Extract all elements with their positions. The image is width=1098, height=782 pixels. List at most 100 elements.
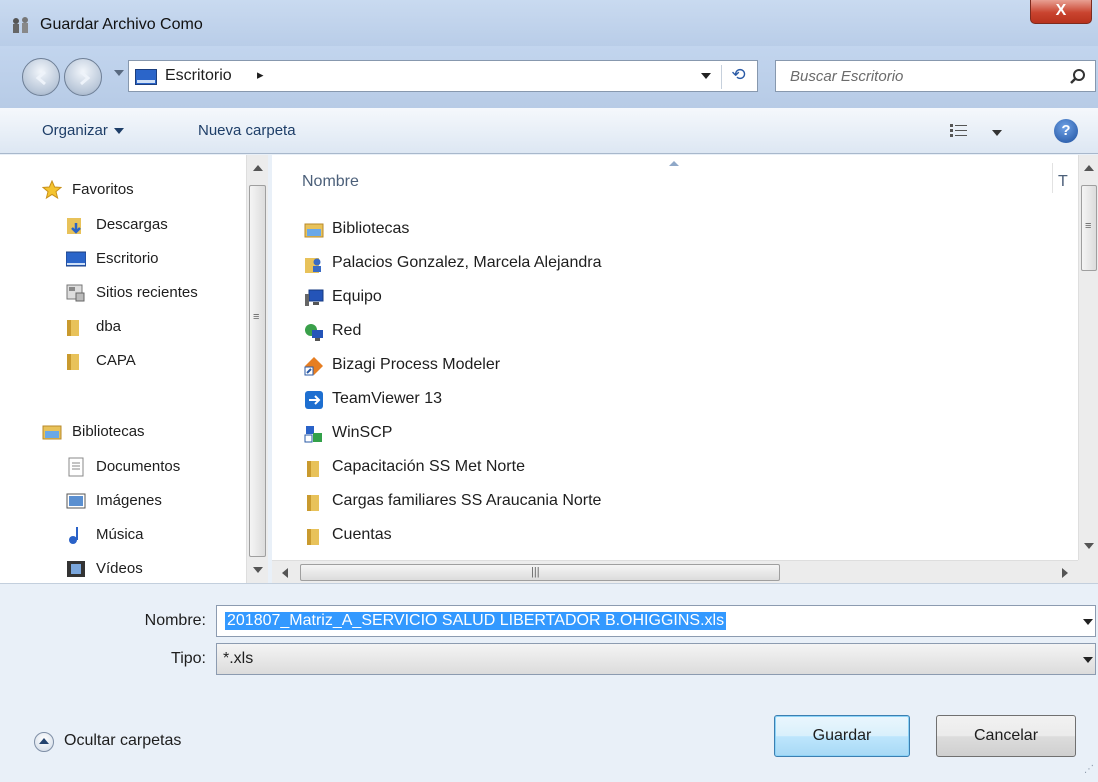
nav-item-label: Imágenes xyxy=(96,492,162,509)
list-item-label: Equipo xyxy=(332,288,382,305)
breadcrumb-escritorio[interactable]: Escritorio xyxy=(165,67,232,85)
folder-icon xyxy=(307,529,319,545)
scroll-down-icon[interactable] xyxy=(1084,543,1094,549)
folder-icon xyxy=(67,320,79,336)
save-form: Nombre: 201807_Matriz_A_SERVICIO SALUD L… xyxy=(0,583,1098,782)
nav-item-label: dba xyxy=(96,318,122,335)
new-folder-button[interactable]: Nueva carpeta xyxy=(198,122,296,139)
file-list-hscrollbar[interactable]: ||| xyxy=(272,560,1078,583)
nav-item-label: Documentos xyxy=(96,458,181,475)
winscp-shortcut-icon xyxy=(304,426,322,443)
computer-icon xyxy=(305,289,324,306)
app-icon xyxy=(13,17,28,33)
file-list-vscroll-thumb[interactable]: ≡ xyxy=(1081,185,1097,271)
music-icon xyxy=(69,527,78,544)
nav-pane-scrollbar[interactable]: ≡ xyxy=(246,155,268,583)
filename-label: Nombre: xyxy=(144,612,206,629)
collapse-up-icon xyxy=(34,732,54,752)
filetype-dropdown[interactable] xyxy=(1083,657,1093,663)
command-toolbar: Organizar Nueva carpeta ? xyxy=(0,108,1098,154)
filetype-select[interactable]: *.xls xyxy=(216,643,1096,675)
cancel-button[interactable]: Cancelar xyxy=(936,715,1076,757)
file-list-hscroll-thumb[interactable]: ||| xyxy=(300,564,780,581)
list-item-label: Cuentas xyxy=(332,526,392,543)
nav-libraries-label: Bibliotecas xyxy=(72,423,145,440)
list-item-label: Capacitación SS Met Norte xyxy=(332,458,525,475)
network-icon xyxy=(305,324,323,341)
search-input[interactable]: Buscar Escritorio xyxy=(775,60,1096,92)
column-header-type[interactable]: T xyxy=(1058,173,1068,191)
address-bar[interactable]: Escritorio ▸ ⟲ xyxy=(128,60,758,92)
address-dropdown[interactable] xyxy=(701,73,711,79)
search-placeholder: Buscar Escritorio xyxy=(790,68,904,85)
list-item-label: Red xyxy=(332,322,362,339)
forward-button[interactable] xyxy=(64,58,102,96)
resize-grip-icon[interactable]: ⋰ xyxy=(1084,764,1094,775)
grip-icon: ||| xyxy=(531,566,540,578)
libraries-icon xyxy=(304,223,324,238)
filetype-value: *.xls xyxy=(223,650,254,667)
libraries-icon xyxy=(42,425,62,440)
list-item-label: Cargas familiares SS Araucania Norte xyxy=(332,492,602,509)
documents-icon xyxy=(68,457,84,477)
desktop-icon xyxy=(66,251,86,267)
scroll-up-icon[interactable] xyxy=(1084,165,1094,171)
organize-label: Organizar xyxy=(42,122,108,139)
view-options-icon[interactable] xyxy=(950,124,968,138)
address-row: Escritorio ▸ ⟲ Buscar Escritorio xyxy=(0,46,1098,108)
navigation-pane: Favoritos Descargas Escritorio Sitios re… xyxy=(0,155,246,583)
filename-value: 201807_Matriz_A_SERVICIO SALUD LIBERTADO… xyxy=(225,612,727,630)
filetype-label: Tipo: xyxy=(171,650,206,667)
save-button[interactable]: Guardar xyxy=(774,715,910,757)
filename-field[interactable]: 201807_Matriz_A_SERVICIO SALUD LIBERTADO… xyxy=(216,605,1096,637)
nav-item-label: Escritorio xyxy=(96,250,159,267)
nav-pane-scroll-thumb[interactable]: ≡ xyxy=(249,185,266,557)
sort-ascending-icon xyxy=(669,161,679,166)
filename-dropdown[interactable] xyxy=(1083,619,1093,625)
file-list: Nombre T Bibliotecas Palacios Gonzalez, … xyxy=(272,155,1078,560)
help-icon[interactable]: ? xyxy=(1054,119,1078,143)
list-item-label: TeamViewer 13 xyxy=(332,390,442,407)
grip-icon: ≡ xyxy=(1085,220,1092,232)
pictures-icon xyxy=(66,493,86,509)
grip-icon: ≡ xyxy=(253,311,260,323)
close-button[interactable]: X xyxy=(1030,0,1092,24)
view-dropdown[interactable] xyxy=(992,130,1002,136)
file-list-vscrollbar[interactable]: ≡ xyxy=(1078,155,1098,560)
back-arrow-icon xyxy=(35,70,46,86)
recent-pages-dropdown[interactable] xyxy=(114,70,124,76)
user-folder-icon xyxy=(305,258,321,273)
nav-item-label: Descargas xyxy=(96,216,168,233)
videos-icon xyxy=(67,561,85,577)
bizagi-shortcut-icon xyxy=(304,357,323,376)
desktop-icon xyxy=(135,69,157,85)
recent-places-icon xyxy=(66,284,85,302)
star-icon xyxy=(42,180,62,200)
nav-favorites-label: Favoritos xyxy=(72,181,134,198)
scroll-left-icon[interactable] xyxy=(282,568,288,578)
downloads-folder-icon xyxy=(67,218,81,234)
organize-menu[interactable]: Organizar xyxy=(42,122,124,139)
folder-icon xyxy=(307,461,319,477)
scrollbar-corner xyxy=(1078,560,1098,583)
refresh-icon[interactable]: ⟲ xyxy=(721,65,755,89)
folder-icon xyxy=(307,495,319,511)
search-icon[interactable] xyxy=(1069,68,1087,86)
nav-item-label: Vídeos xyxy=(96,560,143,577)
list-item-label: WinSCP xyxy=(332,424,393,441)
hide-folders-label: Ocultar carpetas xyxy=(64,732,182,749)
breadcrumb-chevron[interactable]: ▸ xyxy=(257,67,264,83)
nav-item-label: Sitios recientes xyxy=(96,284,198,301)
column-header-nombre[interactable]: Nombre xyxy=(302,173,359,191)
nav-item-label: CAPA xyxy=(96,352,136,369)
scroll-down-icon[interactable] xyxy=(253,567,263,573)
back-button[interactable] xyxy=(22,58,60,96)
nav-item-label: Música xyxy=(96,526,144,543)
teamviewer-shortcut-icon xyxy=(305,391,323,409)
chevron-down-icon xyxy=(113,128,124,135)
list-item-label: Bizagi Process Modeler xyxy=(332,356,501,373)
scroll-up-icon[interactable] xyxy=(253,165,263,171)
title-bar: Guardar Archivo Como X xyxy=(0,0,1098,46)
scroll-right-icon[interactable] xyxy=(1062,568,1068,578)
column-separator[interactable] xyxy=(1052,163,1053,193)
